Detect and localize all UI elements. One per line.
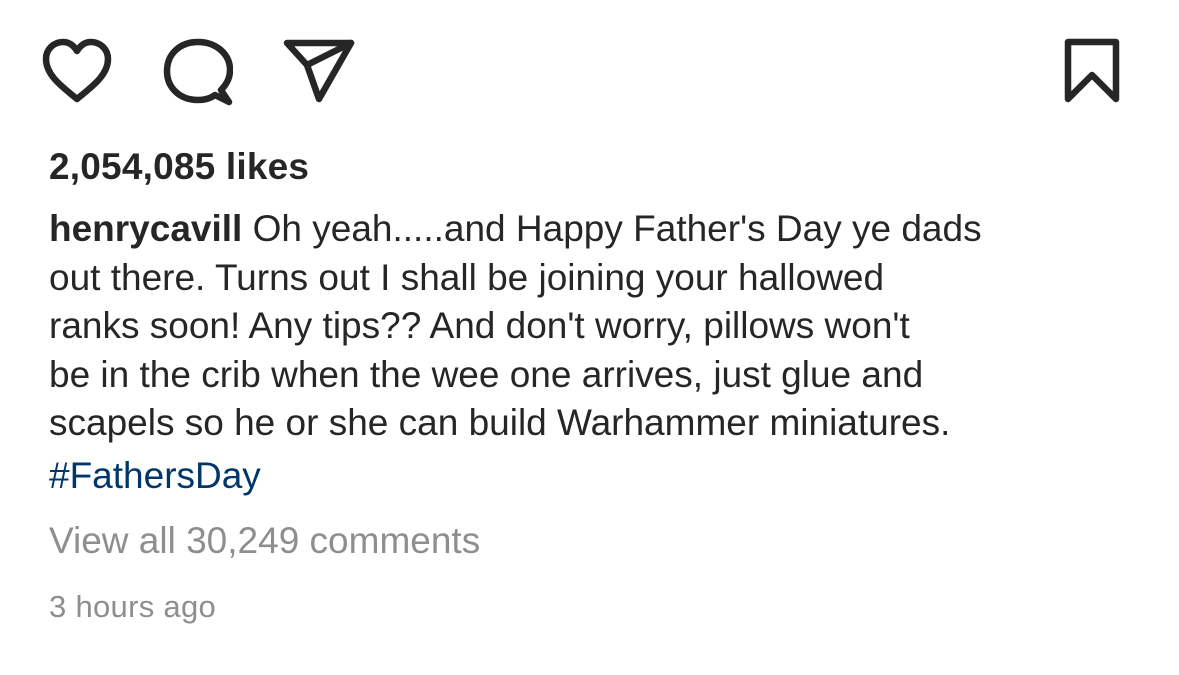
speech-bubble-icon[interactable] [163,38,233,106]
paper-plane-icon[interactable] [283,38,355,104]
caption-line: ranks soon! Any tips?? And don't worry, … [49,305,910,346]
caption-line: scapels so he or she can build Warhammer… [49,402,951,443]
post-caption: henrycavill Oh yeah.....and Happy Father… [49,205,1149,500]
caption-text: Oh yeah.....and Happy Father's Day ye da… [242,208,982,249]
post-timestamp: 3 hours ago [49,589,217,624]
like-count[interactable]: 2,054,085 likes [49,146,309,188]
caption-line: out there. Turns out I shall be joining … [49,256,885,298]
username-link[interactable]: henrycavill [49,208,242,249]
caption-line: be in the crib when the wee one arrives,… [49,353,924,395]
caption-line: henrycavill Oh yeah.....and Happy Father… [49,205,1149,254]
post-action-bar [0,0,1179,140]
bookmark-icon[interactable] [1064,38,1120,104]
view-all-comments-link[interactable]: View all 30,249 comments [49,520,480,562]
hashtag-link[interactable]: #FathersDay [49,452,1149,501]
heart-icon[interactable] [42,38,112,104]
